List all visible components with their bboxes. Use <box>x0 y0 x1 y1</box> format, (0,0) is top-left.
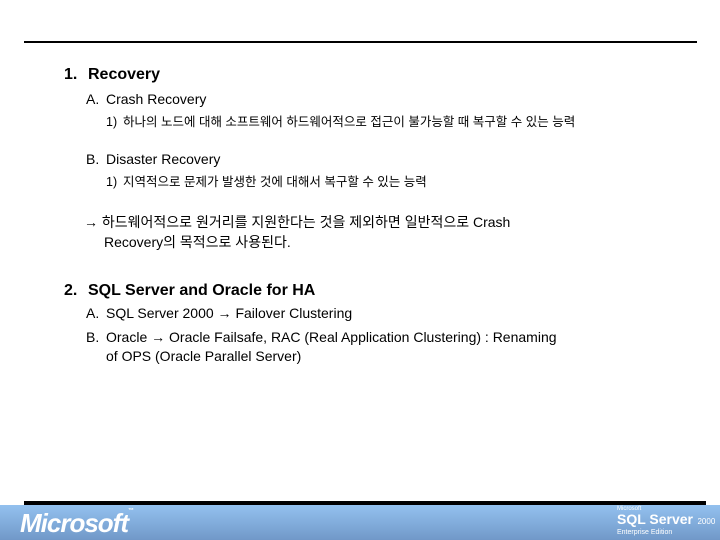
item-disaster-recovery: B. Disaster Recovery <box>86 151 220 167</box>
item-result-continued: of OPS (Oracle Parallel Server) <box>106 348 302 364</box>
footer-band: Microsoft™ Microsoft SQL Server 2000 Ent… <box>0 505 720 540</box>
item-crash-recovery: A. Crash Recovery <box>86 91 206 107</box>
sql-logo-version: 2000 <box>697 517 716 526</box>
arrow-icon: → <box>217 305 232 321</box>
sub-item-crash-definition: 1) 하나의 노드에 대해 소프트웨어 하드웨어적으로 접근이 불가능할 때 복구… <box>106 113 651 131</box>
arrow-icon: → <box>151 329 166 345</box>
title-divider <box>24 41 697 43</box>
summary-text: 하드웨어적으로 원거리를 지원한다는 것을 제외하면 일반적으로 Crash <box>101 214 511 230</box>
section-number: 1. <box>64 66 78 83</box>
microsoft-logo: Microsoft™ <box>20 508 134 538</box>
sub-item-text: 하나의 노드에 대해 소프트웨어 하드웨어적으로 접근이 불가능할 때 복구할 … <box>123 115 576 129</box>
section-title: SQL Server and Oracle for HA <box>88 282 316 299</box>
sql-server-logo: Microsoft SQL Server 2000 Enterprise Edi… <box>617 506 715 536</box>
item-marker: A. <box>86 91 100 107</box>
item-subject: SQL Server 2000 <box>106 305 214 321</box>
section-1-heading: 1. Recovery <box>64 66 160 84</box>
arrow-icon: → <box>84 214 98 230</box>
summary-note: → 하드웨어적으로 원거리를 지원한다는 것을 제외하면 일반적으로 Crash… <box>84 212 644 252</box>
section-2-heading: 2. SQL Server and Oracle for HA <box>64 282 315 300</box>
summary-line-2: Recovery의 목적으로 사용된다. <box>104 234 291 250</box>
item-label: Disaster Recovery <box>106 151 221 167</box>
item-oracle: B. Oracle → Oracle Failsafe, RAC (Real Ap… <box>86 328 557 366</box>
item-marker: B. <box>86 329 100 345</box>
item-marker: A. <box>86 305 100 321</box>
sub-item-marker: 1) <box>106 115 118 129</box>
sub-item-text: 지역적으로 문제가 발생한 것에 대해서 복구할 수 있는 능력 <box>123 175 427 189</box>
item-subject: Oracle <box>106 329 148 345</box>
item-result: Oracle Failsafe, RAC (Real Application C… <box>169 329 557 345</box>
section-title: Recovery <box>88 66 161 83</box>
item-label: Crash Recovery <box>106 91 207 107</box>
item-marker: B. <box>86 151 100 167</box>
item-result: Failover Clustering <box>235 305 353 321</box>
sql-logo-product: SQL Server <box>617 511 694 527</box>
sub-item-disaster-definition: 1) 지역적으로 문제가 발생한 것에 대해서 복구할 수 있는 능력 <box>106 173 666 191</box>
section-number: 2. <box>64 282 78 299</box>
item-sql-server: A. SQL Server 2000 → Failover Clustering <box>86 305 352 321</box>
summary-line-1: → 하드웨어적으로 원거리를 지원한다는 것을 제외하면 일반적으로 Crash <box>84 212 644 232</box>
sub-item-marker: 1) <box>106 175 118 189</box>
sql-logo-edition: Enterprise Edition <box>617 529 673 536</box>
microsoft-logo-text: Microsoft <box>20 508 129 538</box>
